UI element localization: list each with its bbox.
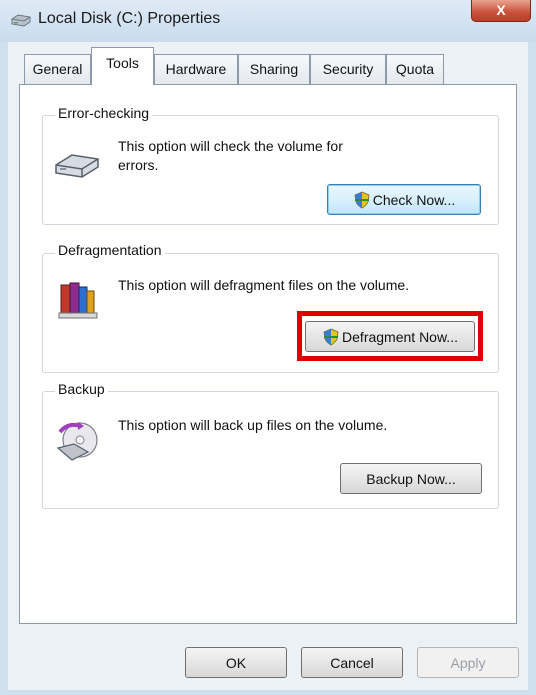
- tab-quota[interactable]: Quota: [386, 54, 444, 84]
- backup-now-label: Backup Now...: [366, 470, 456, 487]
- error-checking-description: This option will check the volume for er…: [118, 138, 343, 173]
- drive-icon: [11, 14, 31, 27]
- drive-icon: [55, 154, 99, 178]
- backup-description: This option will back up files on the vo…: [118, 417, 388, 433]
- apply-button[interactable]: Apply: [417, 647, 519, 678]
- check-now-button[interactable]: Check Now...: [327, 184, 481, 215]
- tab-general[interactable]: General: [24, 54, 91, 84]
- tab-sharing[interactable]: Sharing: [238, 54, 310, 84]
- backup-now-button[interactable]: Backup Now...: [340, 463, 482, 494]
- cancel-button[interactable]: Cancel: [301, 647, 403, 678]
- tab-tools[interactable]: Tools: [91, 47, 154, 85]
- defrag-icon: [58, 282, 98, 319]
- defragmentation-title: Defragmentation: [55, 242, 165, 258]
- defragmentation-description: This option will defragment files on the…: [118, 277, 410, 293]
- title-bar[interactable]: Local Disk (C:) Properties X: [0, 0, 536, 42]
- error-checking-title: Error-checking: [55, 105, 153, 121]
- close-button[interactable]: X: [471, 0, 531, 22]
- shield-icon: [354, 191, 370, 208]
- tab-security[interactable]: Security: [310, 54, 386, 84]
- backup-title: Backup: [55, 381, 108, 397]
- properties-dialog: Local Disk (C:) Properties X General Too…: [0, 0, 536, 695]
- ok-label: OK: [225, 654, 247, 671]
- window-title: Local Disk (C:) Properties: [38, 10, 221, 27]
- close-icon: X: [496, 2, 506, 18]
- tab-hardware[interactable]: Hardware: [154, 54, 238, 84]
- highlight-box: [297, 311, 483, 361]
- cancel-label: Cancel: [330, 654, 374, 671]
- backup-icon: [56, 422, 98, 461]
- apply-label: Apply: [450, 654, 486, 671]
- ok-button[interactable]: OK: [185, 647, 287, 678]
- check-now-label: Check Now...: [372, 191, 456, 208]
